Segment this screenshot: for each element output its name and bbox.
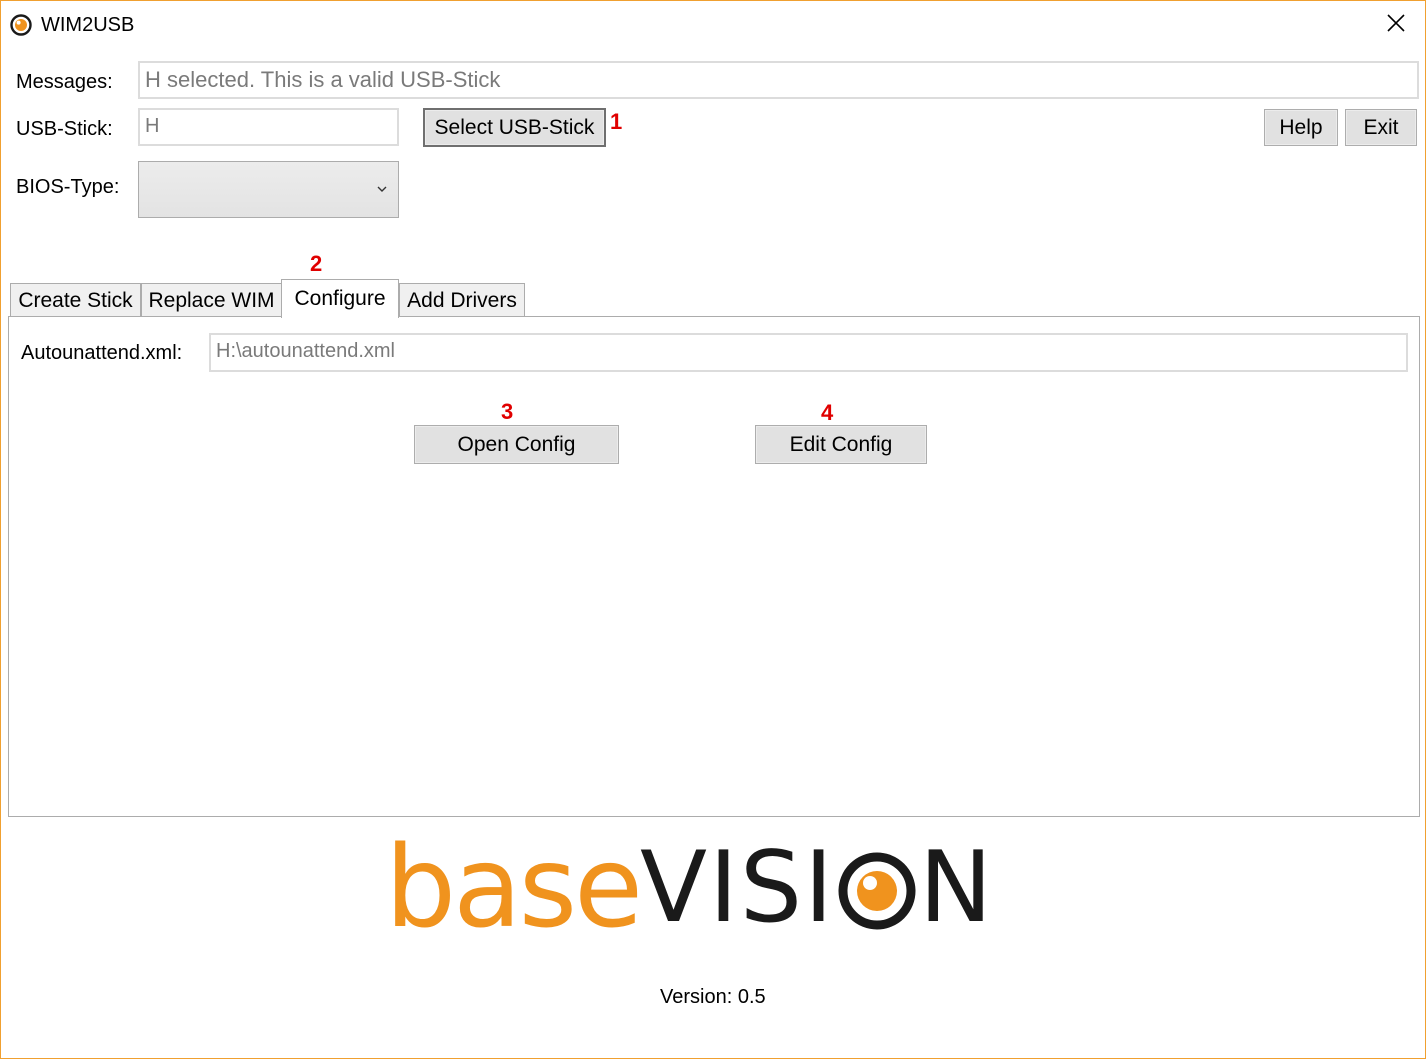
close-button[interactable]: [1381, 10, 1411, 40]
app-window: WIM2USB Messages: H selected. This is a …: [0, 0, 1426, 1059]
usb-stick-field[interactable]: H: [138, 108, 399, 146]
logo-vision-text-start: VISI: [639, 831, 836, 945]
messages-label: Messages:: [16, 71, 113, 93]
tab-configure[interactable]: Configure: [281, 279, 399, 318]
tab-create-stick[interactable]: Create Stick: [10, 283, 141, 317]
tab-replace-wim[interactable]: Replace WIM: [141, 283, 282, 317]
select-usb-stick-button[interactable]: Select USB-Stick: [423, 108, 606, 147]
logo-eye-icon: [835, 836, 919, 941]
tab-add-drivers[interactable]: Add Drivers: [399, 283, 525, 317]
messages-field[interactable]: H selected. This is a valid USB-Stick: [138, 61, 1419, 99]
autounattend-field[interactable]: H:\autounattend.xml: [209, 333, 1408, 372]
logo-base-text: base: [385, 823, 643, 953]
logo-vision-text-end: N: [919, 831, 995, 945]
bios-type-dropdown[interactable]: [138, 161, 399, 218]
basevision-logo: baseVISI N: [385, 832, 994, 944]
basevision-eye-icon: [10, 14, 32, 36]
version-label: Version: 0.5: [660, 986, 766, 1008]
title-bar[interactable]: WIM2USB: [1, 1, 1425, 49]
edit-config-button[interactable]: Edit Config: [755, 425, 927, 464]
close-icon: [1387, 13, 1405, 37]
window-title: WIM2USB: [41, 14, 135, 36]
usb-stick-label: USB-Stick:: [16, 118, 113, 140]
annotation-marker-3: 3: [501, 399, 514, 424]
bios-type-label: BIOS-Type:: [16, 176, 120, 198]
configure-panel: Autounattend.xml: H:\autounattend.xml 3 …: [8, 316, 1420, 817]
chevron-down-icon: [376, 182, 388, 194]
exit-button[interactable]: Exit: [1345, 109, 1417, 146]
annotation-marker-4: 4: [821, 400, 834, 425]
autounattend-label: Autounattend.xml:: [21, 342, 183, 364]
help-button[interactable]: Help: [1264, 109, 1338, 146]
annotation-marker-1: 1: [610, 109, 623, 134]
annotation-marker-2: 2: [310, 251, 323, 276]
open-config-button[interactable]: Open Config: [414, 425, 619, 464]
